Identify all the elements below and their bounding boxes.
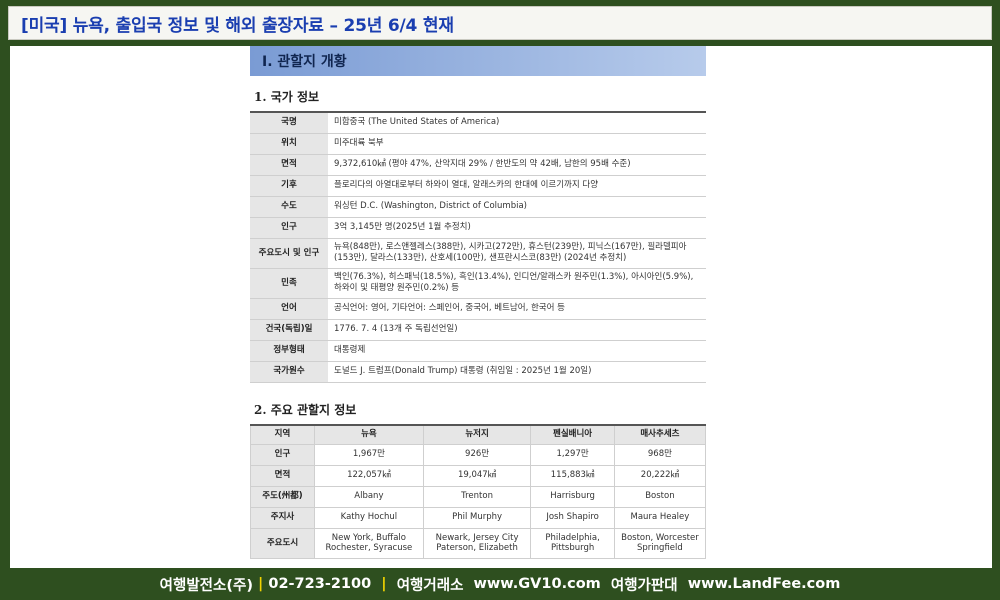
states-cell: 19,047㎢ (422, 465, 532, 487)
info-value: 대통령제 (328, 340, 706, 362)
page-title: [미국] 뉴욕, 출입국 정보 및 해외 출장자료 – 25년 6/4 현재 (21, 15, 454, 36)
states-row: 주요도시 New York, Buffalo Rochester, Syracus… (250, 528, 707, 559)
info-row: 주요도시 및 인구 뉴욕(848만), 로스앤젤레스(388만), 시카고(272… (250, 238, 706, 269)
column-header: 매사추세츠 (613, 424, 707, 445)
footer-separator: | (252, 576, 269, 592)
country-info-table: 국명 미합중국 (The United States of America) 위치 미… (250, 111, 706, 383)
section-heading-states: 2. 주요 관할지 정보 (254, 402, 357, 417)
info-value: 공식언어: 영어, 기타언어: 스페인어, 중국어, 베트남어, 한국어 등 (328, 298, 706, 320)
footer-site-gv10[interactable]: www.GV10.com (474, 576, 601, 592)
info-key: 국명 (250, 112, 328, 134)
info-row: 국가원수 도널드 J. 트럼프(Donald Trump) 대통령 (취임일 : … (250, 361, 706, 383)
info-value: 미합중국 (The United States of America) (328, 112, 706, 134)
info-value: 1776. 7. 4 (13개 주 독립선언일) (328, 319, 706, 341)
section-banner: Ⅰ. 관할지 개황 (250, 46, 706, 76)
footer-phone: 02-723-2100 (268, 576, 372, 592)
states-cell: Philadelphia, Pittsburgh (530, 528, 615, 559)
title-bar: [미국] 뉴욕, 출입국 정보 및 해외 출장자료 – 25년 6/4 현재 (8, 6, 992, 40)
states-cell: Kathy Hochul (314, 507, 424, 529)
states-cell: 122,057㎢ (314, 465, 424, 487)
info-value: 미주대륙 북부 (328, 133, 706, 155)
info-key: 건국(독립)일 (250, 319, 328, 341)
states-table: 지역 뉴욕 뉴저지 펜실배니아 매사추세츠 인구 1,967만 926만 1,297만… (250, 423, 707, 559)
states-cell: Boston (613, 486, 707, 508)
states-row: 면적 122,057㎢ 19,047㎢ 115,883㎢ 20,222㎢ (250, 465, 707, 487)
states-header-row: 지역 뉴욕 뉴저지 펜실배니아 매사추세츠 (250, 424, 707, 445)
states-cell: Phil Murphy (422, 507, 532, 529)
states-row-label: 주도(州都) (250, 486, 315, 508)
info-value: 도널드 J. 트럼프(Donald Trump) 대통령 (취임일 : 2025… (328, 361, 706, 383)
states-cell: Trenton (422, 486, 532, 508)
info-row: 면적 9,372,610㎢ (평야 47%, 산악지대 29% / 한반도의 약 … (250, 154, 706, 176)
states-cell: New York, Buffalo Rochester, Syracuse (314, 528, 424, 559)
footer-site-landfee[interactable]: www.LandFee.com (688, 576, 841, 592)
column-header: 뉴욕 (314, 424, 424, 445)
states-cell: Albany (314, 486, 424, 508)
states-cell: Harrisburg (530, 486, 615, 508)
info-row: 위치 미주대륙 북부 (250, 133, 706, 155)
states-cell: 926만 (422, 444, 532, 466)
region-header: 지역 (250, 424, 315, 445)
info-row: 수도 워싱턴 D.C. (Washington, District of Colu… (250, 196, 706, 218)
info-value: 워싱턴 D.C. (Washington, District of Columb… (328, 196, 706, 218)
section-heading-country: 1. 국가 정보 (254, 90, 320, 104)
info-key: 민족 (250, 268, 328, 299)
column-header: 뉴저지 (422, 424, 532, 445)
states-cell: Josh Shapiro (530, 507, 615, 529)
info-row: 인구 3억 3,145만 명(2025년 1월 추정치) (250, 217, 706, 239)
footer-bar: 여행발전소(주) | 02-723-2100 | 여행거래소 www.GV10.… (0, 568, 1000, 600)
info-key: 인구 (250, 217, 328, 239)
states-row-label: 인구 (250, 444, 315, 466)
states-cell: Maura Healey (613, 507, 707, 529)
states-cell: 1,297만 (530, 444, 615, 466)
info-key: 면적 (250, 154, 328, 176)
info-key: 주요도시 및 인구 (250, 238, 328, 269)
info-row: 건국(독립)일 1776. 7. 4 (13개 주 독립선언일) (250, 319, 706, 341)
states-cell: 20,222㎢ (613, 465, 707, 487)
info-row: 정부형태 대통령제 (250, 340, 706, 362)
info-row: 언어 공식언어: 영어, 기타언어: 스페인어, 중국어, 베트남어, 한국어 등 (250, 298, 706, 320)
states-cell: Newark, Jersey City Paterson, Elizabeth (422, 528, 532, 559)
info-key: 위치 (250, 133, 328, 155)
document-panel: Ⅰ. 관할지 개황 1. 국가 정보 국명 미합중국 (The United St… (10, 46, 992, 568)
info-key: 국가원수 (250, 361, 328, 383)
states-row: 인구 1,967만 926만 1,297만 968만 (250, 444, 707, 466)
footer-label-stand: 여행가판대 (610, 577, 678, 594)
info-key: 기후 (250, 175, 328, 197)
info-key: 수도 (250, 196, 328, 218)
states-cell: 115,883㎢ (530, 465, 615, 487)
info-key: 언어 (250, 298, 328, 320)
info-value: 백인(76.3%), 히스패닉(18.5%), 흑인(13.4%), 인디언/알… (328, 268, 706, 299)
info-value: 뉴욕(848만), 로스앤젤레스(388만), 시카고(272만), 휴스턴(2… (328, 238, 706, 269)
footer-label-exchange: 여행거래소 (396, 577, 464, 594)
info-value: 플로리다의 아열대로부터 하와이 열대, 알래스카의 한대에 이르기까지 다양 (328, 175, 706, 197)
states-row-label: 주요도시 (250, 528, 315, 559)
info-key: 정부형태 (250, 340, 328, 362)
info-row: 국명 미합중국 (The United States of America) (250, 112, 706, 134)
document-page: Ⅰ. 관할지 개황 1. 국가 정보 국명 미합중국 (The United St… (250, 46, 707, 559)
states-row: 주도(州都) Albany Trenton Harrisburg Boston (250, 486, 707, 508)
info-row: 민족 백인(76.3%), 히스패닉(18.5%), 흑인(13.4%), 인디언… (250, 268, 706, 299)
footer-company: 여행발전소(주) (159, 577, 253, 594)
info-row: 기후 플로리다의 아열대로부터 하와이 열대, 알래스카의 한대에 이르기까지 다… (250, 175, 706, 197)
footer-separator: | (371, 576, 397, 592)
states-cell: 1,967만 (314, 444, 424, 466)
states-cell: Boston, Worcester Springfield (613, 528, 707, 559)
states-cell: 968만 (613, 444, 707, 466)
states-row-label: 주지사 (250, 507, 315, 529)
states-row: 주지사 Kathy Hochul Phil Murphy Josh Shapiro Ma… (250, 507, 707, 529)
info-value: 9,372,610㎢ (평야 47%, 산악지대 29% / 한반도의 약 42… (328, 154, 706, 176)
column-header: 펜실배니아 (530, 424, 615, 445)
states-row-label: 면적 (250, 465, 315, 487)
info-value: 3억 3,145만 명(2025년 1월 추정치) (328, 217, 706, 239)
